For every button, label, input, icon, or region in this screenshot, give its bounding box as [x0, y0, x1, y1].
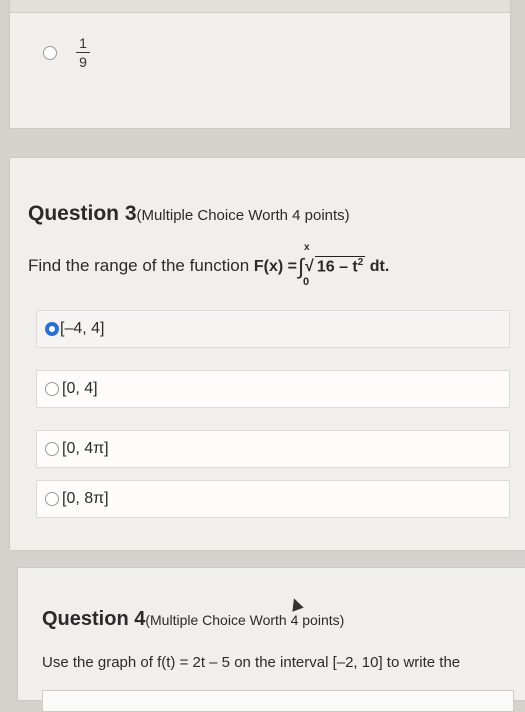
- fraction-bar: [76, 52, 90, 53]
- previous-option-box[interactable]: [10, 0, 510, 13]
- radio-button[interactable]: [45, 382, 59, 396]
- answer-option-4-label: [0, 8π]: [62, 490, 109, 507]
- fraction-denominator: 9: [79, 54, 87, 70]
- question-4-prompt: Use the graph of f(t) = 2t – 5 on the in…: [42, 654, 461, 671]
- radio-option-one-ninth[interactable]: [43, 46, 57, 60]
- option-fraction-label: 1 9: [76, 36, 90, 69]
- question-4-heading: Question 4: [42, 608, 146, 630]
- answer-option-4[interactable]: [0, 8π]: [36, 480, 510, 518]
- question-3-prompt: Find the range of the function F(x) =∫ x 0…: [28, 242, 390, 288]
- answer-option-1[interactable]: [–4, 4]: [36, 310, 510, 348]
- integral-upper-limit: x: [304, 242, 310, 253]
- radio-button[interactable]: [45, 442, 59, 456]
- answer-option-1-label: [–4, 4]: [60, 320, 105, 337]
- radio-button-selected[interactable]: [45, 322, 59, 336]
- question-4-points: (Multiple Choice Worth 4 points): [145, 612, 345, 628]
- answer-option-2-label: [0, 4]: [62, 380, 98, 397]
- differential: dt: [369, 258, 385, 276]
- previous-question-card: 1 9: [10, 0, 510, 128]
- function-definition: F(x) =∫ x 0 √ 16 – t2 dt.: [253, 242, 390, 288]
- question-4-card: Question 4(Multiple Choice Worth 4 point…: [18, 568, 525, 712]
- question-3-points: (Multiple Choice Worth 4 points): [136, 207, 350, 224]
- question-3-card: Question 3(Multiple Choice Worth 4 point…: [10, 158, 525, 550]
- sqrt-symbol: √: [305, 258, 314, 276]
- trailing-period: .: [384, 258, 390, 276]
- function-lhs: F(x) =: [253, 258, 298, 276]
- fraction-numerator: 1: [79, 35, 87, 51]
- question-3-heading: Question 3: [28, 202, 137, 225]
- integral-lower-limit: 0: [303, 276, 310, 288]
- answer-option-3-label: [0, 4π]: [62, 440, 109, 457]
- answer-option-2[interactable]: [0, 4]: [36, 370, 510, 408]
- question-4-title: Question 4(Multiple Choice Worth 4 point…: [42, 608, 344, 631]
- integrand-text: 16 – t: [316, 258, 358, 276]
- prompt-text: Find the range of the function: [28, 256, 250, 276]
- question-3-title: Question 3(Multiple Choice Worth 4 point…: [28, 202, 350, 226]
- integrand-exponent: 2: [357, 256, 364, 268]
- answer-option-3[interactable]: [0, 4π]: [36, 430, 510, 468]
- question-4-graph-box: [42, 690, 514, 712]
- radio-button[interactable]: [45, 492, 59, 506]
- radicand: 16 – t2: [314, 255, 366, 276]
- integral-sign: ∫ x 0: [298, 242, 310, 288]
